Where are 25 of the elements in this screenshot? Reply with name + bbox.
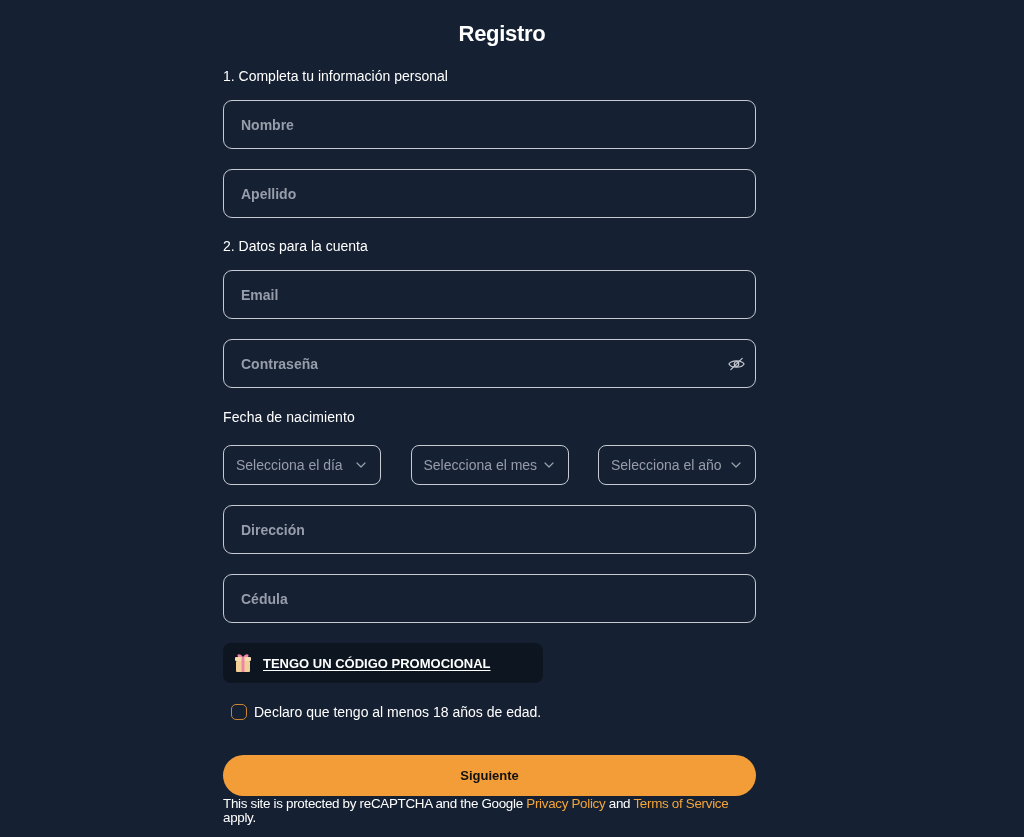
- input-field[interactable]: Email: [223, 270, 756, 319]
- date-select[interactable]: Selecciona el año: [598, 445, 756, 485]
- section-heading: 1. Completa tu información personal: [223, 67, 449, 86]
- eye-slash-icon[interactable]: [728, 357, 745, 371]
- text-link[interactable]: Privacy Policy: [526, 796, 606, 811]
- password-field[interactable]: Contraseña: [223, 339, 756, 388]
- next-button[interactable]: Siguiente: [223, 755, 756, 796]
- checkbox[interactable]: [231, 704, 247, 720]
- chevron-down-icon: [356, 462, 366, 468]
- recaptcha-notice: This site is protected by reCAPTCHA and the Google Privacy Policy and Terms of Service apply.: [223, 797, 730, 825]
- date-select[interactable]: Selecciona el día: [223, 445, 381, 485]
- field-label: Fecha de nacimiento: [223, 408, 356, 427]
- checkbox-label: Declaro que tengo al menos 18 años de edad.: [254, 703, 542, 722]
- section-heading: 2. Datos para la cuenta: [223, 237, 369, 256]
- page-title: Registro: [458, 20, 546, 48]
- input-field[interactable]: Cédula: [223, 574, 756, 623]
- date-select[interactable]: Selecciona el mes: [410, 445, 569, 485]
- input-field[interactable]: Dirección: [223, 505, 756, 554]
- input-field[interactable]: Nombre: [223, 100, 756, 149]
- gift-icon: [233, 653, 253, 673]
- chevron-down-icon: [543, 462, 554, 468]
- input-field[interactable]: Apellido: [223, 169, 756, 218]
- text-link[interactable]: Terms of Service: [633, 796, 729, 811]
- promo-code-button[interactable]: TENGO UN CÓDIGO PROMOCIONAL: [223, 643, 543, 683]
- chevron-down-icon: [731, 462, 741, 468]
